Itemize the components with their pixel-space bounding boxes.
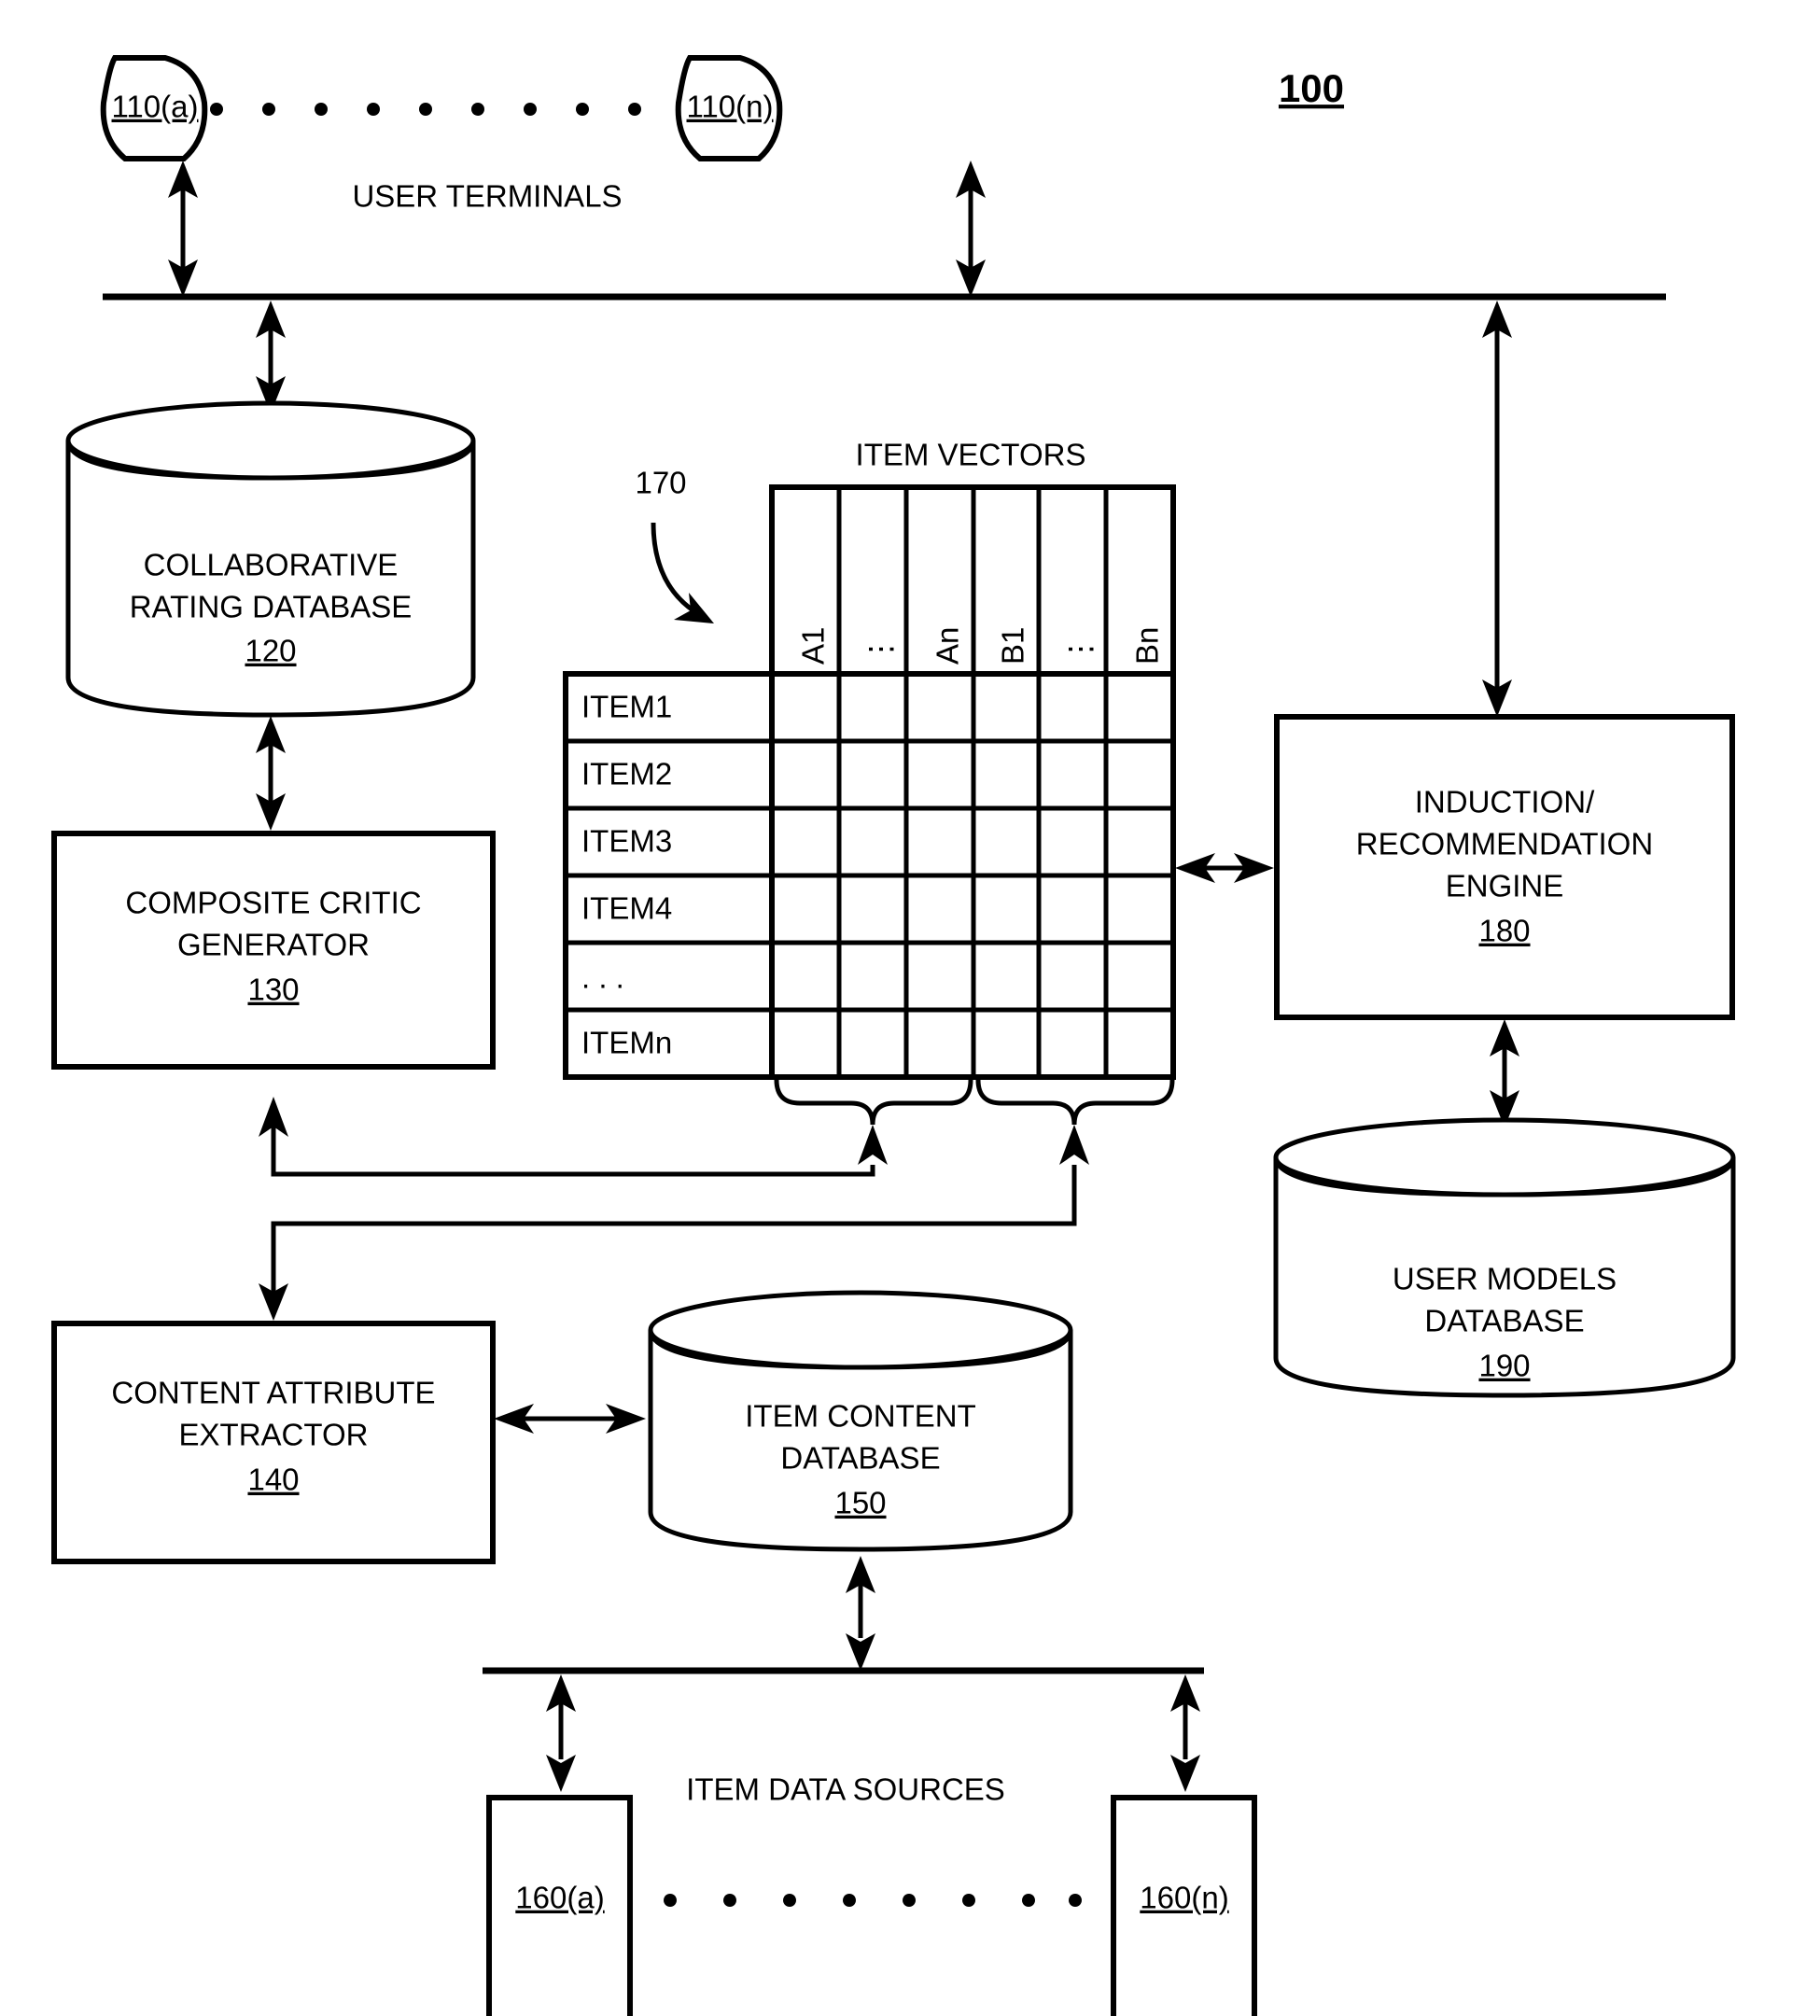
connector-bottom-bus-to-160a: [546, 1674, 576, 1792]
item-vectors-column-5: Bn: [1130, 627, 1165, 665]
item-vectors-brace-group-a: [774, 1079, 973, 1165]
collaborative-rating-database[interactable]: COLLABORATIVE RATING DATABASE 120: [65, 400, 476, 718]
patent-figure: 100 110(a) 110(n) USER TERMINALS COLLABO…: [0, 0, 1820, 2016]
connector-bus-to-collaborative-db: [256, 301, 286, 413]
item-vectors-ref-arrow: [651, 522, 714, 623]
item-data-source-160a-label: 160(a): [515, 1881, 604, 1915]
collaborative-rating-database-ref: 120: [245, 634, 296, 668]
content-attribute-extractor-line2: EXTRACTOR: [179, 1418, 369, 1452]
connector-critic-generator-to-brace-a: [259, 1097, 875, 1177]
figure-number: 100: [1279, 66, 1344, 110]
composite-critic-generator-ref: 130: [247, 973, 299, 1007]
user-models-database-line1: USER MODELS: [1393, 1262, 1617, 1296]
composite-critic-generator-box[interactable]: COMPOSITE CRITIC GENERATOR 130: [51, 831, 496, 1070]
connector-110a-to-bus: [168, 161, 198, 297]
item-vectors-table[interactable]: ITEM1 ITEM2 ITEM3 ITEM4 . . . ITEMn: [563, 671, 1176, 1080]
connector-110n-to-bus: [956, 161, 986, 297]
item-vectors-row-4: . . .: [581, 960, 624, 995]
induction-engine-line2: RECOMMENDATION: [1356, 827, 1653, 861]
connector-bus-to-induction-engine: [1482, 301, 1512, 717]
item-data-sources-bus-label: ITEM DATA SOURCES: [686, 1772, 1005, 1807]
item-vectors-row-2: ITEM3: [581, 824, 672, 859]
content-attribute-extractor-line1: CONTENT ATTRIBUTE: [111, 1376, 435, 1410]
item-vectors-header: A1 ⋮ An B1 ⋮ Bn: [769, 484, 1176, 677]
item-content-database-line2: DATABASE: [780, 1441, 940, 1476]
connector-item-content-db-to-bottom-bus: [846, 1556, 875, 1671]
item-content-database[interactable]: ITEM CONTENT DATABASE 150: [648, 1290, 1073, 1552]
item-data-source-160n[interactable]: 160(n): [1111, 1795, 1257, 2016]
user-terminal-110n-label: 110(n): [687, 90, 774, 124]
item-vectors-ref: 170: [635, 466, 686, 500]
connector-bottom-bus-to-160n: [1170, 1674, 1200, 1792]
connector-collaborative-db-to-critic-generator: [256, 716, 286, 831]
item-content-database-ref: 150: [834, 1486, 886, 1520]
item-vectors-column-4: ⋮: [1063, 634, 1098, 665]
induction-engine-ref: 180: [1478, 914, 1530, 948]
item-vectors-column-3: B1: [996, 627, 1030, 665]
item-vectors-title: ITEM VECTORS: [856, 438, 1086, 472]
item-vectors-column-1: ⋮: [863, 634, 898, 665]
connector-table-to-induction-engine: [1175, 853, 1274, 883]
content-attribute-extractor-ref: 140: [247, 1463, 299, 1497]
induction-engine-line1: INDUCTION/: [1415, 785, 1595, 819]
item-vectors-row-1: ITEM2: [581, 757, 672, 791]
user-terminal-110a[interactable]: 110(a): [100, 55, 208, 161]
item-vectors-brace-group-b: [975, 1079, 1175, 1165]
item-vectors-column-0: A1: [796, 627, 831, 665]
user-terminals-ellipsis: [210, 103, 641, 116]
item-vectors-row-0: ITEM1: [581, 690, 672, 724]
user-models-database-line2: DATABASE: [1424, 1304, 1584, 1338]
composite-critic-generator-line2: GENERATOR: [177, 928, 370, 962]
induction-recommendation-engine-box[interactable]: INDUCTION/ RECOMMENDATION ENGINE 180: [1274, 714, 1735, 1020]
item-vectors-row-3: ITEM4: [581, 891, 672, 926]
item-data-source-160a[interactable]: 160(a): [486, 1795, 633, 2016]
user-terminal-110a-label: 110(a): [112, 90, 199, 124]
user-models-database-ref: 190: [1478, 1349, 1530, 1383]
item-vectors-column-2: An: [931, 627, 965, 665]
user-models-database[interactable]: USER MODELS DATABASE 190: [1273, 1117, 1736, 1398]
item-content-database-line1: ITEM CONTENT: [745, 1399, 975, 1434]
collaborative-rating-database-line1: COLLABORATIVE: [144, 548, 399, 582]
item-data-sources-ellipsis: [664, 1894, 1082, 1907]
connector-extractor-to-item-content-db: [494, 1404, 646, 1434]
user-terminal-110n[interactable]: 110(n): [675, 55, 783, 161]
collaborative-rating-database-line2: RATING DATABASE: [130, 590, 413, 624]
item-data-source-160n-label: 160(n): [1140, 1881, 1228, 1915]
connector-engine-to-user-models-db: [1490, 1019, 1519, 1127]
item-vectors-row-5: ITEMn: [581, 1026, 672, 1060]
induction-engine-line3: ENGINE: [1446, 869, 1564, 903]
content-attribute-extractor-box[interactable]: CONTENT ATTRIBUTE EXTRACTOR 140: [51, 1321, 496, 1564]
user-terminals-bus-label: USER TERMINALS: [352, 179, 622, 214]
composite-critic-generator-line1: COMPOSITE CRITIC: [125, 886, 421, 920]
